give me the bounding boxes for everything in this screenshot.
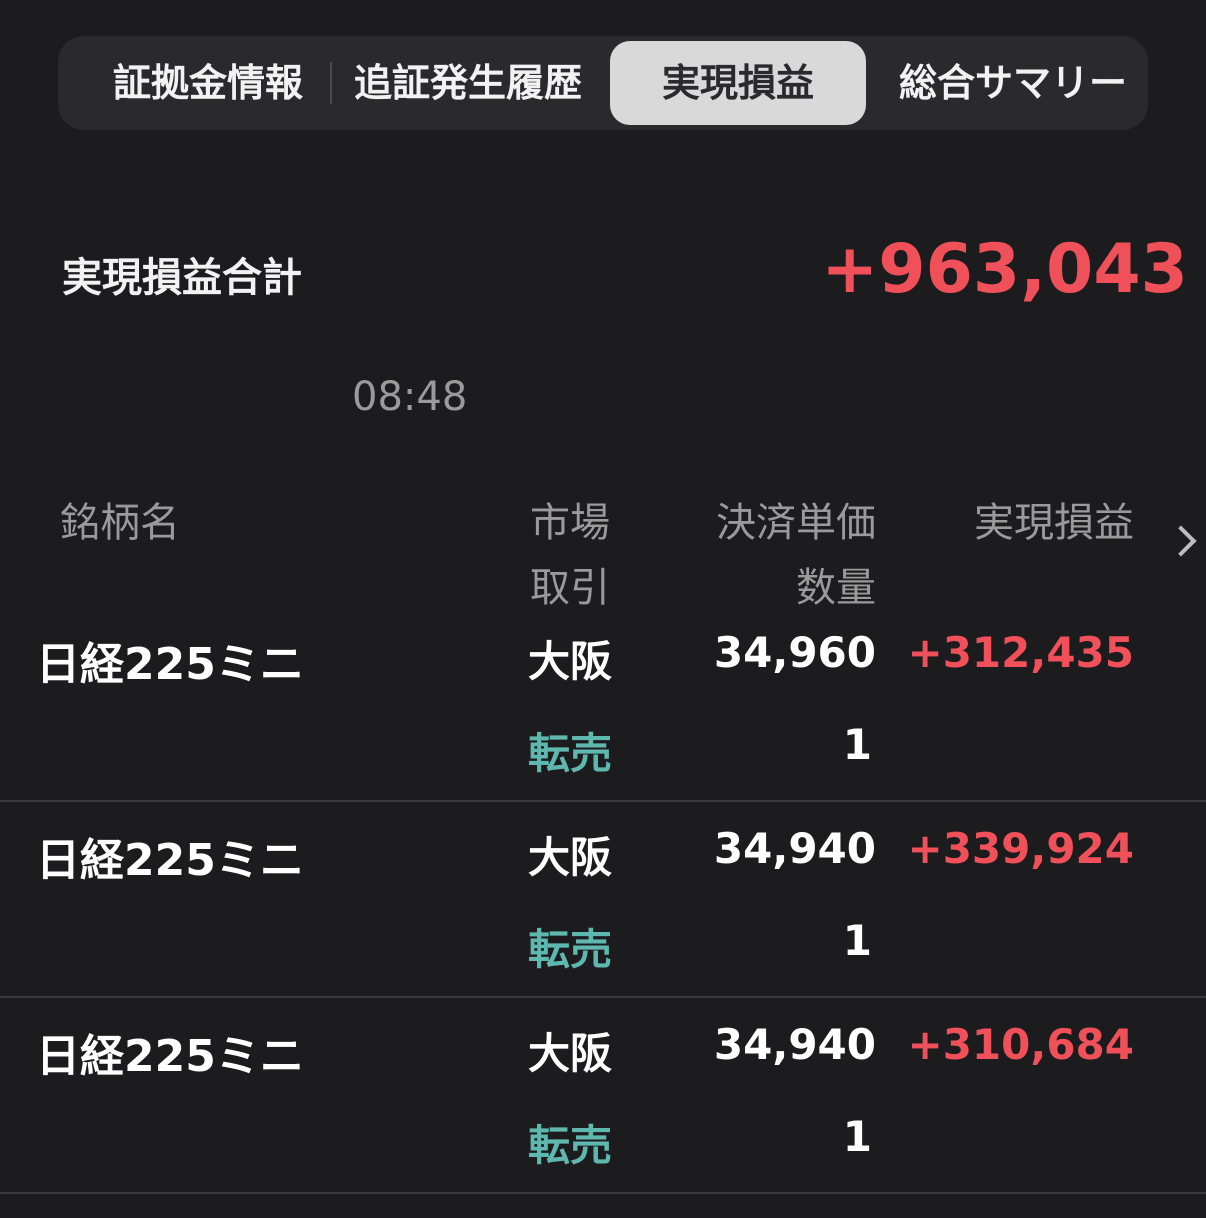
row-price: 34,940 [713,1020,876,1069]
tab-realized-pnl[interactable]: 実現損益 [610,41,866,125]
table-row[interactable]: 日経225ミニ 大阪 転売 34,940 1 +339,924 [0,800,1206,998]
row-pnl: +339,924 [907,824,1135,873]
column-header-market: 市場 [530,500,610,546]
row-pnl: +310,684 [907,1020,1135,1069]
tab-overall-summary[interactable]: 総合サマリー [888,36,1138,130]
row-qty: 1 [842,916,872,965]
row-qty: 1 [842,1112,872,1161]
row-pnl: +312,435 [907,628,1135,677]
column-header-name: 銘柄名 [60,500,180,546]
row-qty: 1 [842,720,872,769]
total-pnl-value: +963,043 [821,230,1188,309]
tab-margin-info[interactable]: 証拠金情報 [88,36,328,130]
row-name: 日経225ミニ [36,1031,304,1082]
row-name: 日経225ミニ [36,835,304,886]
table-row[interactable]: 日経225ミニ 大阪 転売 34,940 1 +310,684 [0,996,1206,1194]
tab-bar: 証拠金情報 追証発生履歴 実現損益 総合サマリー [58,36,1148,130]
table-row[interactable]: 日経225ミニ 大阪 転売 34,960 1 +312,435 [0,604,1206,802]
update-time: 08:48 [352,374,468,420]
tab-margin-call-history[interactable]: 追証発生履歴 [343,36,593,130]
total-pnl-label: 実現損益合計 [62,255,302,301]
row-trade: 転売 [528,925,613,974]
row-name: 日経225ミニ [36,639,304,690]
row-price: 34,940 [713,824,876,873]
row-trade: 転売 [528,729,613,778]
column-header-price: 決済単価 [716,500,876,546]
column-header-pnl: 実現損益 [974,500,1134,546]
row-price: 34,960 [713,628,876,677]
row-market: 大阪 [528,1029,613,1078]
row-trade: 転売 [528,1121,613,1170]
row-market: 大阪 [528,833,613,882]
row-market: 大阪 [528,637,613,686]
tab-divider [330,62,332,104]
chevron-right-icon[interactable] [1165,525,1197,557]
